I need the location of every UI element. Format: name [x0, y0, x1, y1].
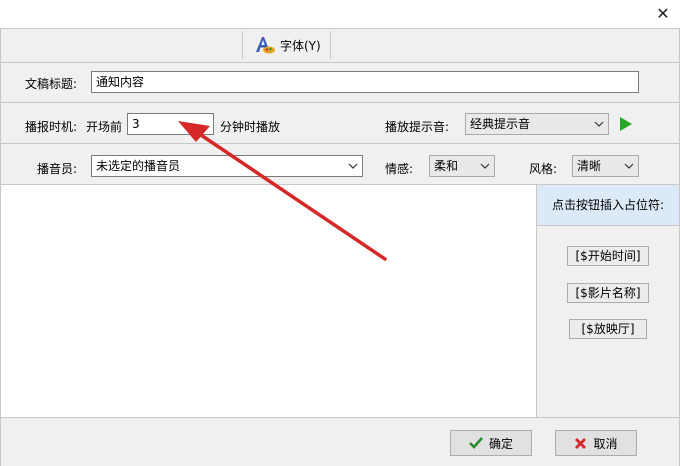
dialog-body: 字体(Y) 文稿标题: 通知内容 播报时机: 开场前 3 分钟时播放 播放提示音…: [0, 28, 680, 466]
toolbar-divider: [242, 31, 243, 59]
dialog-footer: 确定 取消: [1, 417, 679, 466]
font-button-label: 字体(Y): [280, 38, 321, 53]
placeholder-header: 点击按钮插入占位符:: [537, 185, 679, 226]
content-editor[interactable]: [1, 185, 536, 417]
announcer-value: 未选定的播音员: [96, 159, 181, 173]
style-value: 清晰: [577, 159, 602, 173]
ok-button[interactable]: 确定: [450, 430, 532, 456]
font-button[interactable]: 字体(Y): [254, 33, 324, 57]
title-input[interactable]: 通知内容: [91, 71, 639, 93]
check-icon: [469, 437, 483, 449]
insert-movie-name-button[interactable]: [$影片名称]: [567, 283, 649, 303]
placeholder-pane: 点击按钮插入占位符: [$开始时间] [$影片名称] [$放映厅]: [537, 185, 679, 417]
alert-sound-value: 经典提示音: [470, 117, 531, 131]
chevron-down-icon: [594, 121, 604, 127]
divider: [1, 62, 679, 63]
emotion-value: 柔和: [434, 159, 459, 173]
alert-sound-select[interactable]: 经典提示音: [465, 113, 609, 135]
style-select[interactable]: 清晰: [572, 155, 639, 177]
timing-prefix: 开场前: [86, 120, 123, 134]
insert-hall-button[interactable]: [$放映厅]: [569, 319, 647, 339]
style-label: 风格:: [529, 162, 558, 176]
timing-label: 播报时机:: [25, 120, 78, 134]
announcer-label: 播音员:: [37, 162, 78, 176]
emotion-select[interactable]: 柔和: [429, 155, 495, 177]
chevron-down-icon: [348, 163, 358, 169]
toolbar-divider: [330, 31, 331, 59]
ok-label: 确定: [488, 436, 513, 451]
title-label: 文稿标题:: [25, 77, 78, 91]
timing-suffix: 分钟时播放: [220, 120, 281, 134]
cancel-x-icon: [575, 437, 587, 449]
play-icon[interactable]: [620, 117, 632, 131]
alert-sound-label: 播放提示音:: [385, 120, 450, 134]
divider: [1, 143, 679, 144]
divider: [1, 102, 679, 103]
emotion-label: 情感:: [385, 162, 414, 176]
window-titlebar: ✕: [0, 0, 680, 28]
chevron-down-icon: [480, 163, 490, 169]
timing-minutes-input[interactable]: 3: [127, 113, 214, 135]
close-icon[interactable]: ✕: [652, 4, 674, 24]
font-icon: [256, 37, 275, 54]
insert-start-time-button[interactable]: [$开始时间]: [567, 246, 649, 266]
announcer-select[interactable]: 未选定的播音员: [91, 155, 363, 177]
toolbar: 字体(Y): [1, 29, 679, 62]
cancel-label: 取消: [593, 436, 618, 451]
cancel-button[interactable]: 取消: [555, 430, 637, 456]
chevron-down-icon: [624, 163, 634, 169]
